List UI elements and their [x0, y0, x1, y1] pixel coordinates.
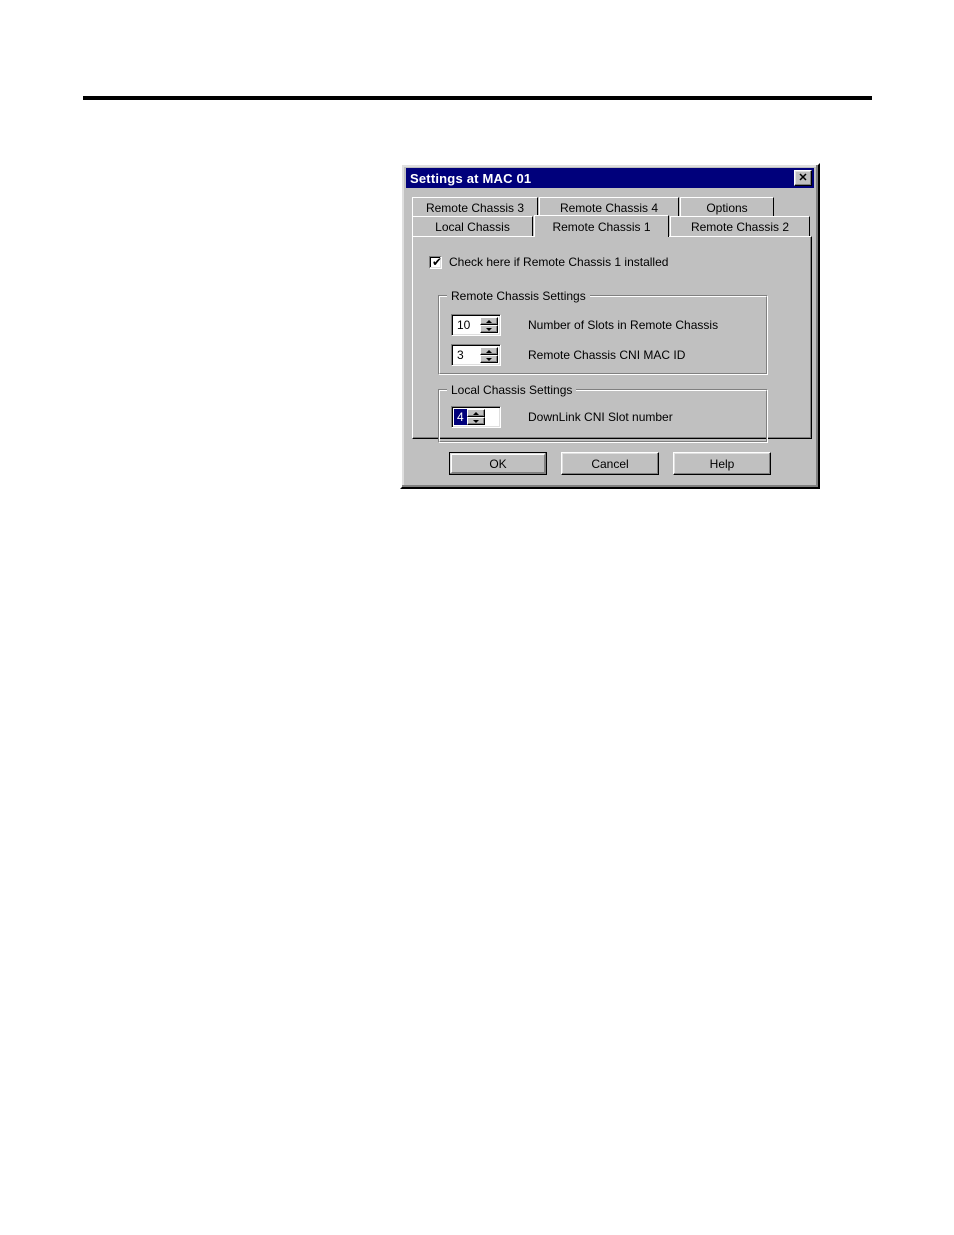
help-button[interactable]: Help: [673, 452, 771, 475]
remote-cni-mac-id-stepper[interactable]: 3: [451, 344, 501, 366]
help-button-label: Help: [709, 456, 735, 471]
dialog-title: Settings at MAC 01: [410, 170, 532, 186]
dialog-button-bar: OK Cancel Help: [402, 452, 818, 475]
chevron-up-icon: [473, 411, 479, 415]
spin-down-button[interactable]: [480, 355, 498, 363]
remote-cni-mac-id-label: Remote Chassis CNI MAC ID: [528, 348, 686, 362]
spin-down-button[interactable]: [480, 325, 498, 333]
local-chassis-settings-group: Local Chassis Settings 4 DownLink CNI Sl…: [438, 383, 768, 443]
tab-remote-chassis-3[interactable]: Remote Chassis 3: [412, 197, 538, 217]
chevron-down-icon: [473, 419, 479, 423]
field-downlink-cni-slot: 4 DownLink CNI Slot number: [451, 406, 673, 428]
tab-strip: Remote Chassis 3 Remote Chassis 4 Option…: [412, 197, 812, 237]
checkbox-icon[interactable]: ✔: [429, 254, 443, 269]
remote-cni-mac-id-spin-buttons[interactable]: [480, 347, 498, 363]
dialog-titlebar: Settings at MAC 01 ✕: [406, 168, 814, 188]
tab-options[interactable]: Options: [680, 197, 774, 217]
check-icon: ✔: [432, 254, 443, 269]
remote-chassis-installed-checkbox-row[interactable]: ✔ Check here if Remote Chassis 1 install…: [429, 255, 668, 269]
number-of-slots-value[interactable]: 10: [454, 317, 480, 333]
cancel-button[interactable]: Cancel: [561, 452, 659, 475]
chevron-up-icon: [486, 319, 492, 323]
tab-remote-chassis-2[interactable]: Remote Chassis 2: [670, 216, 810, 236]
spin-down-button[interactable]: [467, 417, 485, 425]
tab-remote-chassis-4[interactable]: Remote Chassis 4: [539, 197, 679, 217]
ok-button-label: OK: [489, 456, 507, 471]
number-of-slots-stepper[interactable]: 10: [451, 314, 501, 336]
chevron-up-icon: [486, 349, 492, 353]
tab-panel-remote-chassis-1: ✔ Check here if Remote Chassis 1 install…: [412, 236, 812, 443]
ok-button[interactable]: OK: [449, 452, 547, 475]
tab-local-chassis[interactable]: Local Chassis: [412, 216, 533, 236]
remote-chassis-settings-group: Remote Chassis Settings 10 Number of Slo…: [438, 289, 768, 375]
local-chassis-settings-title: Local Chassis Settings: [447, 383, 577, 397]
close-icon[interactable]: ✕: [794, 170, 812, 186]
tab-remote-chassis-1[interactable]: Remote Chassis 1: [534, 215, 669, 237]
spin-up-button[interactable]: [480, 317, 498, 325]
remote-cni-mac-id-value[interactable]: 3: [454, 347, 480, 363]
settings-dialog: Settings at MAC 01 ✕ Remote Chassis 3 Re…: [400, 163, 820, 489]
remote-chassis-settings-title: Remote Chassis Settings: [447, 289, 590, 303]
page-horizontal-rule: [83, 96, 872, 100]
downlink-cni-slot-value[interactable]: 4: [454, 409, 467, 425]
number-of-slots-label: Number of Slots in Remote Chassis: [528, 318, 719, 332]
tab-row-bottom: Local Chassis Remote Chassis 1 Remote Ch…: [412, 215, 812, 237]
number-of-slots-spin-buttons[interactable]: [480, 317, 498, 333]
spin-up-button[interactable]: [467, 409, 485, 417]
chevron-down-icon: [486, 357, 492, 361]
checkbox-label: Check here if Remote Chassis 1 installed: [449, 255, 669, 269]
spin-up-button[interactable]: [480, 347, 498, 355]
field-number-of-slots: 10 Number of Slots in Remote Chassis: [451, 314, 718, 336]
chevron-down-icon: [486, 327, 492, 331]
tab-row-top: Remote Chassis 3 Remote Chassis 4 Option…: [412, 197, 812, 217]
downlink-cni-slot-stepper[interactable]: 4: [451, 406, 501, 428]
cancel-button-label: Cancel: [591, 456, 629, 471]
field-remote-cni-mac-id: 3 Remote Chassis CNI MAC ID: [451, 344, 685, 366]
downlink-cni-slot-spin-buttons[interactable]: [467, 409, 485, 425]
downlink-cni-slot-label: DownLink CNI Slot number: [528, 410, 673, 424]
